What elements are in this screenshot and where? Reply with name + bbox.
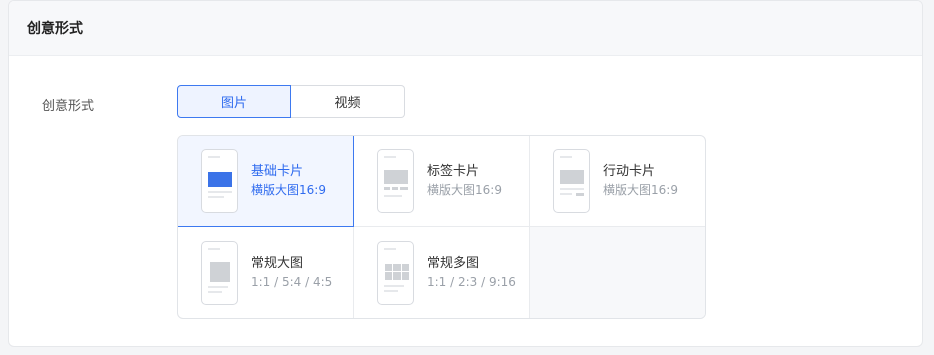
option-title: 常规多图 — [427, 255, 480, 271]
field-label: 创意形式 — [42, 99, 95, 114]
option-subtitle: 1:1 / 2:3 / 9:16 — [427, 274, 516, 289]
action-card-icon — [553, 149, 590, 213]
large-image-icon — [201, 240, 238, 305]
option-title: 标签卡片 — [427, 164, 480, 179]
option-subtitle: 横版大图16:9 — [251, 183, 326, 197]
media-type-switch: 图片 视频 — [177, 85, 405, 118]
option-tag-card[interactable]: 标签卡片 横版大图16:9 — [354, 136, 530, 227]
option-multi-image[interactable]: 常规多图 1:1 / 2:3 / 9:16 — [354, 227, 530, 318]
creative-format-panel: 创意形式 创意形式 图片 视频 基础卡片 横版大图16:9 标签卡片 横版大图1… — [8, 0, 923, 347]
tab-image[interactable]: 图片 — [177, 85, 291, 118]
option-subtitle: 横版大图16:9 — [427, 183, 502, 197]
multi-image-icon — [377, 240, 414, 305]
option-large-image[interactable]: 常规大图 1:1 / 5:4 / 4:5 — [178, 227, 354, 318]
tab-video[interactable]: 视频 — [291, 85, 405, 118]
option-subtitle: 1:1 / 5:4 / 4:5 — [251, 274, 333, 289]
option-title: 常规大图 — [251, 255, 304, 271]
option-title: 基础卡片 — [251, 164, 304, 179]
format-options-grid: 基础卡片 横版大图16:9 标签卡片 横版大图16:9 行动卡片 横版大图16:… — [177, 135, 706, 319]
tag-card-icon — [377, 149, 414, 213]
option-subtitle: 横版大图16:9 — [603, 183, 678, 197]
panel-title: 创意形式 — [9, 1, 922, 56]
basic-card-icon — [201, 149, 238, 213]
option-basic-card[interactable]: 基础卡片 横版大图16:9 — [178, 136, 354, 227]
option-title: 行动卡片 — [603, 164, 656, 179]
option-action-card[interactable]: 行动卡片 横版大图16:9 — [530, 136, 705, 227]
grid-empty-cell — [530, 227, 705, 318]
